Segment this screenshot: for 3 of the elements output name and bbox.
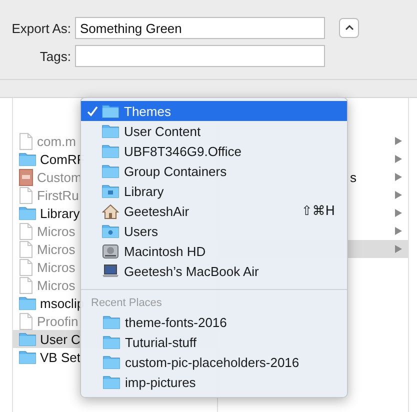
- field-label: Export As:: [10, 20, 71, 36]
- field-label: Tags:: [38, 48, 71, 64]
- section-heading: Recent Places: [90, 296, 163, 311]
